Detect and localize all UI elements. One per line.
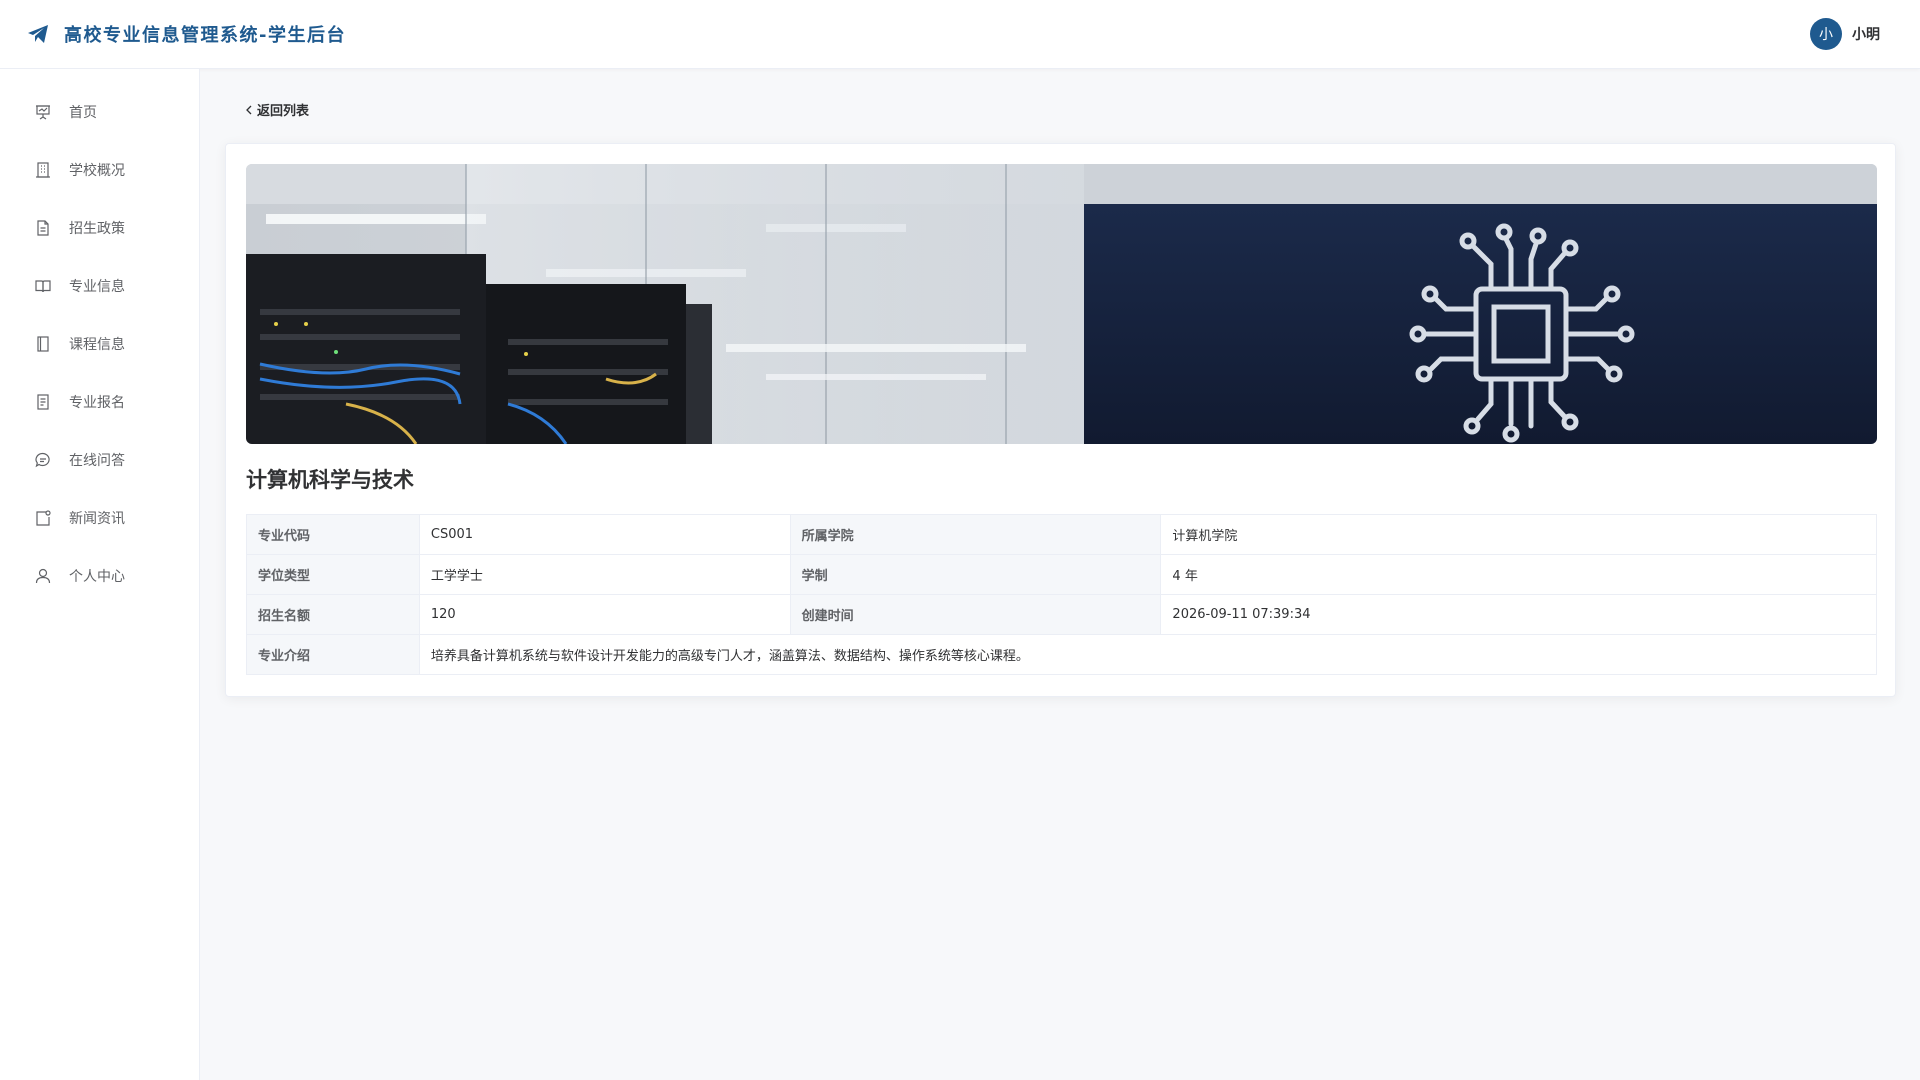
sidebar-item-label: 学校概况 <box>69 163 125 179</box>
table-row: 专业介绍 培养具备计算机系统与软件设计开发能力的高级专门人才，涵盖算法、数据结构… <box>246 634 1878 675</box>
created-value: 2026-09-11 07:39:34 <box>1160 594 1877 635</box>
presentation-icon <box>34 103 52 121</box>
sidebar-item-school-overview[interactable]: 学校概况 <box>0 141 199 199</box>
back-to-list-link[interactable]: 返回列表 <box>243 100 309 119</box>
created-label: 创建时间 <box>789 594 1162 635</box>
table-row: 学位类型 工学学士 学制 4 年 <box>246 554 1877 595</box>
user-icon <box>34 567 52 585</box>
news-icon <box>34 509 52 527</box>
sidebar-item-home[interactable]: 首页 <box>0 83 199 141</box>
table-row: 招生名额 120 创建时间 2026-09-11 07:39:34 <box>246 594 1877 635</box>
college-value: 计算机学院 <box>1160 514 1877 555</box>
back-label: 返回列表 <box>257 104 310 119</box>
building-icon <box>34 161 52 179</box>
college-label: 所属学院 <box>789 514 1162 555</box>
quota-label: 招生名额 <box>246 594 420 635</box>
avatar[interactable]: 小 <box>1810 18 1842 50</box>
sidebar-item-label: 首页 <box>69 105 97 121</box>
intro-value: 培养具备计算机系统与软件设计开发能力的高级专门人才，涵盖算法、数据结构、操作系统… <box>418 634 1878 675</box>
sidebar-item-label: 专业信息 <box>69 279 125 295</box>
brand[interactable]: 高校专业信息管理系统-学生后台 <box>26 21 346 47</box>
code-label: 专业代码 <box>246 514 420 555</box>
major-banner-image <box>246 164 1877 444</box>
degree-value: 工学学士 <box>418 554 791 595</box>
sidebar-item-label: 在线问答 <box>69 453 125 469</box>
duration-label: 学制 <box>789 554 1162 595</box>
notebook-icon <box>34 335 52 353</box>
sidebar-item-online-qa[interactable]: 在线问答 <box>0 431 199 489</box>
degree-label: 学位类型 <box>246 554 420 595</box>
quota-value: 120 <box>418 594 791 635</box>
document-icon <box>34 219 52 237</box>
main-content: 返回列表 计算机科学与技术 专业代码 CS001 所属学院 计算机学院 学位类型… <box>201 69 1920 1080</box>
user-name[interactable]: 小明 <box>1852 24 1880 44</box>
form-icon <box>34 393 52 411</box>
chevron-left-icon <box>243 104 255 116</box>
sidebar-item-major-info[interactable]: 专业信息 <box>0 257 199 315</box>
app-title: 高校专业信息管理系统-学生后台 <box>64 25 346 46</box>
user-menu[interactable]: 小 小明 <box>1810 18 1880 50</box>
sidebar-item-label: 新闻资讯 <box>69 511 125 527</box>
book-open-icon <box>34 277 52 295</box>
sidebar-item-news[interactable]: 新闻资讯 <box>0 489 199 547</box>
table-row: 专业代码 CS001 所属学院 计算机学院 <box>246 514 1877 555</box>
sidebar-item-label: 课程信息 <box>69 337 125 353</box>
sidebar-item-major-enroll[interactable]: 专业报名 <box>0 373 199 431</box>
chat-icon <box>34 451 52 469</box>
top-header: 高校专业信息管理系统-学生后台 小 小明 <box>0 0 1920 69</box>
duration-value: 4 年 <box>1160 554 1877 595</box>
sidebar-item-profile[interactable]: 个人中心 <box>0 547 199 605</box>
major-info-table: 专业代码 CS001 所属学院 计算机学院 学位类型 工学学士 学制 4 年 招… <box>246 514 1878 675</box>
major-title: 计算机科学与技术 <box>246 468 414 492</box>
sidebar: 首页 学校概况 招生政策 专业信息 课程信息 专业报名 在线问答 新闻资讯 个人… <box>0 69 200 1080</box>
major-detail-card: 计算机科学与技术 专业代码 CS001 所属学院 计算机学院 学位类型 工学学士… <box>225 143 1896 697</box>
sidebar-item-label: 专业报名 <box>69 395 125 411</box>
sidebar-item-admission-policy[interactable]: 招生政策 <box>0 199 199 257</box>
paper-plane-icon <box>26 22 50 46</box>
sidebar-item-label: 个人中心 <box>69 569 125 585</box>
code-value: CS001 <box>418 514 791 555</box>
intro-label: 专业介绍 <box>246 634 420 675</box>
sidebar-item-label: 招生政策 <box>69 221 125 237</box>
sidebar-item-course-info[interactable]: 课程信息 <box>0 315 199 373</box>
